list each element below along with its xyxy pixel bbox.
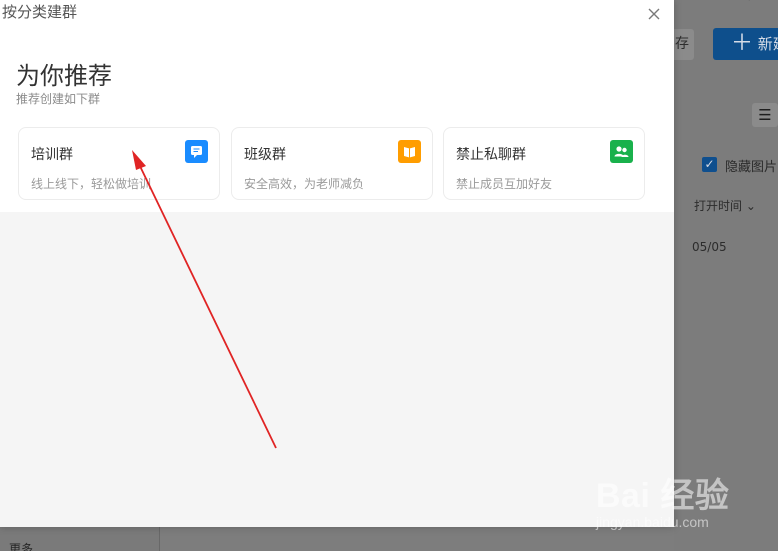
- background-panel: [674, 0, 778, 551]
- new-button[interactable]: ＋ 新建: [713, 28, 778, 60]
- new-button-label: 新建: [757, 35, 778, 53]
- recommend-subheading: 推荐创建如下群: [16, 92, 101, 106]
- card-description: 线上线下，轻松做培训: [31, 177, 152, 191]
- card-title: 禁止私聊群: [456, 147, 526, 163]
- card-title: 培训群: [31, 147, 73, 163]
- training-group-card[interactable]: 培训群 线上线下，轻松做培训: [18, 127, 220, 200]
- chat-icon: [185, 140, 208, 163]
- sidebar-bottom-text[interactable]: 更多: [9, 540, 33, 551]
- checkbox-icon[interactable]: ✓: [702, 157, 717, 172]
- top-glyph-icon: ✦: [744, 0, 756, 3]
- dialog-title: 按分类建群: [2, 3, 78, 21]
- sort-dropdown[interactable]: 打开时间 ⌄: [694, 197, 756, 214]
- create-group-dialog: 按分类建群 为你推荐 推荐创建如下群 培训群 线上线下，轻松做培训 班级群 安全…: [0, 0, 674, 527]
- card-title: 班级群: [244, 147, 286, 163]
- plus-icon: ＋: [731, 31, 754, 56]
- date-value: 05/05: [692, 240, 727, 254]
- class-group-card[interactable]: 班级群 安全高效，为老师减负: [231, 127, 433, 200]
- card-description: 安全高效，为老师减负: [244, 177, 365, 191]
- chevron-down-icon: ⌄: [745, 199, 756, 213]
- close-icon[interactable]: [646, 6, 662, 22]
- no-private-chat-group-card[interactable]: 禁止私聊群 禁止成员互加好友: [443, 127, 645, 200]
- users-icon: [610, 140, 633, 163]
- sort-label: 打开时间: [694, 199, 743, 213]
- hide-pictures-label: 隐藏图片: [725, 160, 778, 175]
- book-icon: [398, 140, 421, 163]
- list-view-icon[interactable]: ☰: [752, 103, 778, 127]
- recommend-heading: 为你推荐: [16, 62, 112, 90]
- card-description: 禁止成员互加好友: [456, 177, 553, 191]
